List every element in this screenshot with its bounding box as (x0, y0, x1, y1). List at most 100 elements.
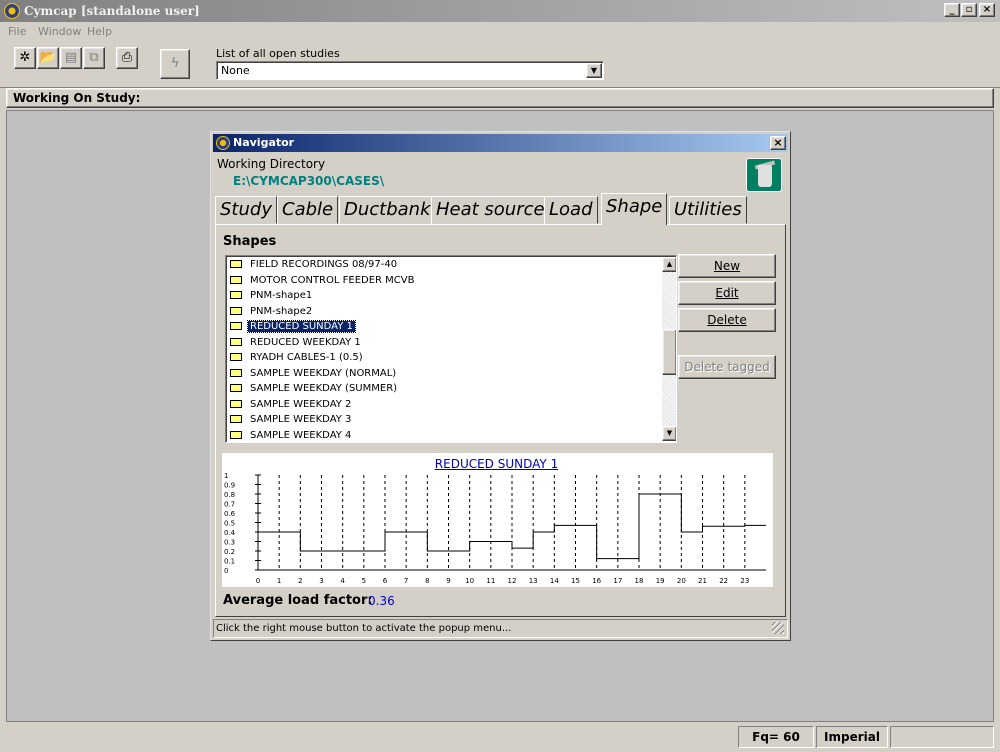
menu-help[interactable]: Help (87, 25, 112, 38)
scroll-thumb[interactable] (662, 329, 676, 375)
shapes-label: Shapes (223, 234, 277, 249)
restore-button[interactable]: ▫ (961, 3, 977, 17)
app-title-bar: Cymcap [standalone user] _ ▫ × (0, 0, 1000, 22)
new-study-icon[interactable]: ✲ (14, 47, 36, 69)
menu-bar: File Window Help (0, 22, 1000, 40)
list-item[interactable]: SAMPLE WEEKDAY 4 (230, 428, 353, 443)
folder-icon (230, 306, 242, 315)
tab-utilities[interactable]: Utilities (669, 196, 747, 224)
x-tick-label: 13 (529, 577, 538, 585)
list-item[interactable]: SAMPLE WEEKDAY (SUMMER) (230, 381, 399, 396)
y-tick-label: 0.5 (224, 520, 235, 528)
toolbar: ✲ 📂 ▤ ⧉ ⎙ ϟ List of all open studies Non… (0, 40, 1000, 88)
average-load-factor-label: Average load factor: (223, 593, 373, 608)
x-tick-label: 7 (404, 577, 408, 585)
folder-icon (230, 353, 242, 361)
list-item[interactable]: SAMPLE WEEKDAY 2 (230, 397, 353, 412)
tab-load[interactable]: Load (544, 196, 598, 224)
list-item[interactable]: FIELD RECORDINGS 08/97-40 (230, 257, 399, 272)
shape-name: SAMPLE WEEKDAY (SUMMER) (250, 383, 398, 394)
list-item[interactable]: SAMPLE WEEKDAY (NORMAL) (230, 366, 398, 381)
menu-window[interactable]: Window (38, 25, 81, 38)
open-studies-dropdown[interactable]: None ▼ (216, 61, 604, 80)
y-tick-label: 0.3 (224, 539, 235, 547)
navigator-title-bar[interactable]: Navigator × (213, 134, 788, 152)
folder-icon (230, 384, 242, 392)
x-tick-label: 15 (571, 577, 580, 585)
x-tick-label: 3 (319, 577, 323, 585)
working-study-bar: Working On Study: (6, 88, 994, 108)
tab-cable[interactable]: Cable (277, 196, 339, 224)
x-tick-label: 0 (256, 577, 260, 585)
new-shape-button[interactable]: New (678, 254, 776, 278)
close-button[interactable]: × (979, 3, 995, 17)
recycle-bin-icon[interactable] (746, 158, 782, 192)
shape-name: MOTOR CONTROL FEEDER MCVB (250, 274, 415, 286)
shapes-list[interactable]: FIELD RECORDINGS 08/97-40 MOTOR CONTROL F… (225, 255, 677, 443)
shape-name: REDUCED WEEKDAY 1 (250, 336, 361, 348)
save-all-icon[interactable]: ⧉ (83, 47, 105, 69)
print-icon[interactable]: ⎙ (116, 47, 138, 69)
lightning-icon[interactable]: ϟ (160, 49, 190, 79)
status-bar: Fq= 60 Imperial (0, 724, 1000, 752)
save-study-icon[interactable]: ▤ (60, 47, 82, 69)
shape-name: SAMPLE WEEKDAY 4 (250, 429, 352, 441)
shape-name: PNM-shape1 (250, 290, 313, 301)
list-item[interactable]: SAMPLE WEEKDAY 3 (230, 412, 353, 427)
y-tick-label: 0.2 (224, 548, 235, 556)
y-tick-label: 0.4 (224, 529, 236, 537)
x-tick-label: 16 (592, 577, 601, 585)
chevron-down-icon[interactable]: ▼ (586, 63, 602, 78)
list-item[interactable]: PNM-shape1 (230, 288, 314, 303)
tab-study[interactable]: Study (215, 196, 277, 224)
edit-shape-button[interactable]: Edit (678, 281, 776, 305)
shape-name: REDUCED SUNDAY 1 (247, 320, 356, 333)
shape-name: PNM-shape2 (250, 305, 313, 317)
x-tick-label: 21 (698, 577, 707, 585)
close-icon[interactable]: × (770, 136, 786, 150)
list-item[interactable]: MOTOR CONTROL FEEDER MCVB (230, 273, 416, 288)
load-shape-plot: 00.10.20.30.40.50.60.70.80.910 1 2 3 4 5 6 7 8 9 1… (224, 472, 766, 585)
shape-name: SAMPLE WEEKDAY (NORMAL) (250, 367, 397, 379)
x-tick-label: 11 (486, 577, 495, 585)
folder-icon (230, 415, 242, 423)
cymcap-app-icon (4, 3, 20, 19)
x-tick-label: 5 (362, 577, 366, 585)
list-item[interactable]: RYADH CABLES-1 (0.5) (230, 350, 365, 365)
app-title: Cymcap [standalone user] (24, 4, 200, 18)
navigator-status-text: Click the right mouse button to activate… (216, 623, 512, 634)
scroll-down-icon[interactable]: ▼ (662, 426, 676, 441)
list-item[interactable]: PNM-shape2 (230, 304, 314, 319)
folder-icon (230, 291, 242, 299)
y-tick-label: 0 (224, 567, 228, 575)
tab-ductbank[interactable]: Ductbank (339, 196, 436, 224)
y-tick-label: 0.9 (224, 482, 235, 490)
load-shape-chart: REDUCED SUNDAY 1 0 0.1 0.2 0.3 0.4 0.5 0.6 0.7 0… (222, 453, 773, 587)
open-study-icon[interactable]: 📂 (37, 47, 59, 69)
navigator-title: Navigator (233, 136, 295, 149)
y-tick-label: 0.1 (224, 558, 235, 566)
folder-icon (230, 368, 242, 377)
menu-file[interactable]: File (8, 25, 26, 38)
x-tick-label: 2 (298, 577, 302, 585)
resize-grip-icon[interactable] (772, 622, 784, 634)
delete-tagged-button[interactable]: Delete tagged (678, 355, 776, 379)
list-item[interactable]: REDUCED SUNDAY 1 (230, 319, 356, 334)
x-tick-label: 9 (446, 577, 450, 585)
y-tick-label: 0.8 (224, 491, 235, 499)
y-tick-label: 0.6 (224, 510, 236, 518)
list-item[interactable]: REDUCED WEEKDAY 1 (230, 335, 363, 350)
x-tick-label: 23 (740, 577, 749, 585)
minimize-button[interactable]: _ (944, 3, 960, 17)
delete-shape-button[interactable]: Delete (678, 308, 776, 332)
status-empty-panel (890, 726, 994, 748)
tab-shape[interactable]: Shape (601, 193, 668, 225)
navigator-status-bar: Click the right mouse button to activate… (213, 619, 788, 638)
x-tick-label: 19 (656, 577, 665, 585)
open-studies-value: None (221, 64, 250, 77)
scroll-up-icon[interactable]: ▲ (662, 257, 676, 272)
list-scrollbar[interactable]: ▲ ▼ (662, 257, 676, 441)
navigator-icon (216, 136, 230, 150)
x-tick-label: 17 (613, 577, 622, 585)
tab-heat-source[interactable]: Heat source (431, 196, 550, 224)
